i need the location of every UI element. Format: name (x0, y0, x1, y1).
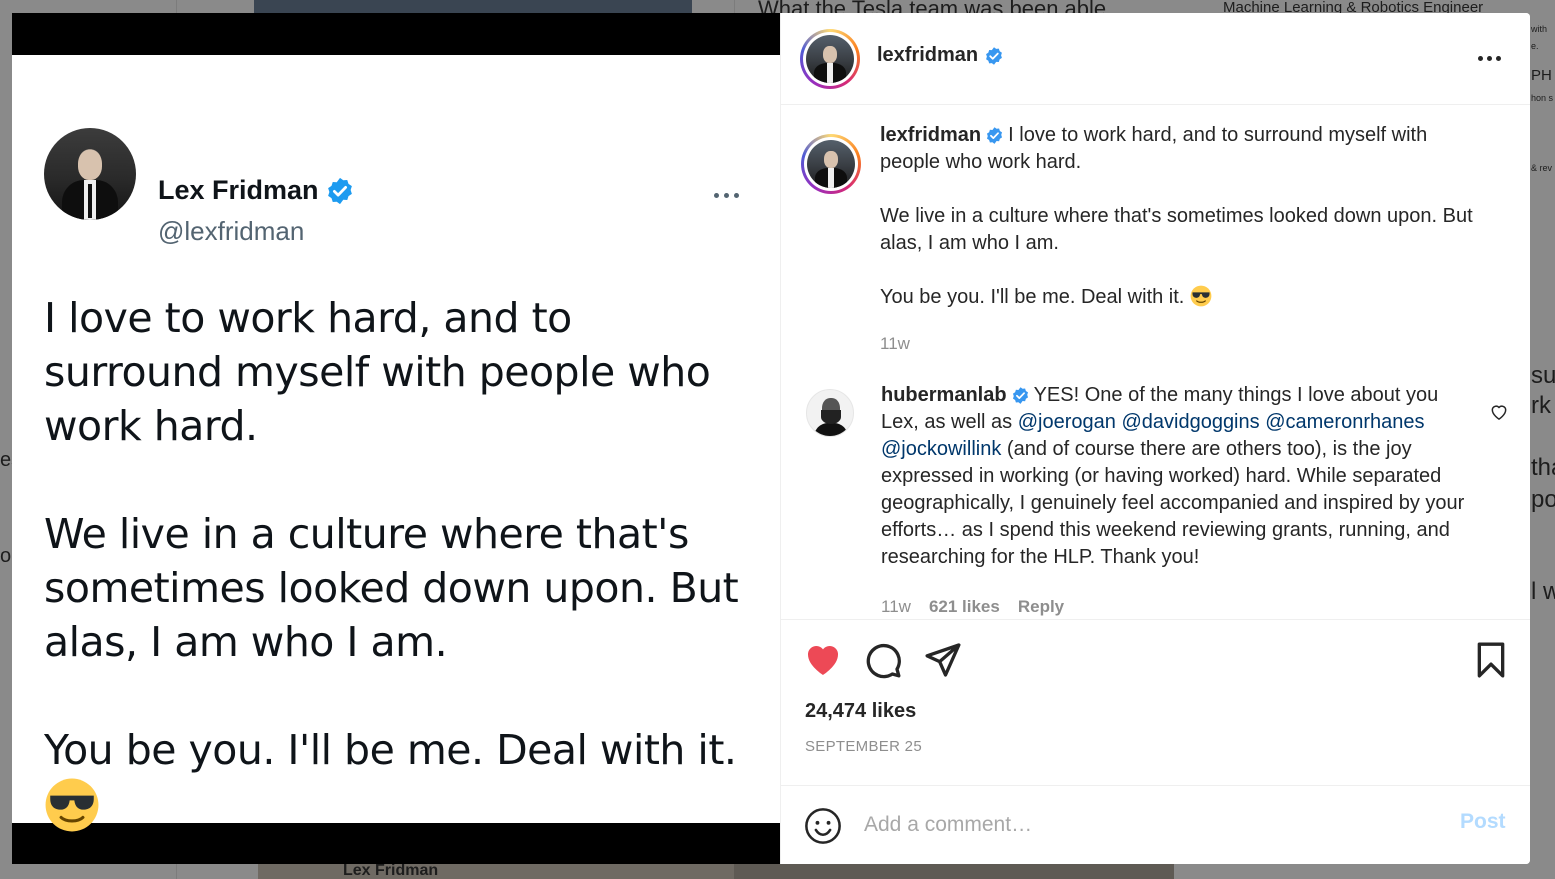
post-header: lexfridman (781, 13, 1530, 105)
mention-link[interactable]: @joerogan (1018, 411, 1116, 433)
verified-badge-icon (987, 127, 1003, 144)
background-thumbnail (254, 0, 692, 13)
post-panel: lexfridman lexfridman I love to work har… (780, 13, 1530, 864)
caption-text: lexfridman I love to work hard, and to s… (880, 122, 1480, 311)
background-fragment: with (1531, 24, 1548, 34)
background-fragment: su (1531, 362, 1555, 389)
caption-avatar[interactable] (801, 134, 861, 194)
tweet-paragraph: You be you. I'll be me. Deal with it. (44, 723, 750, 833)
mention-link[interactable]: @jockowillink (881, 438, 1001, 460)
background-fragment: PH (1531, 67, 1552, 84)
comment-icon[interactable] (863, 640, 903, 680)
post-media[interactable]: Lex Fridman @lexfridman I love to work h… (12, 13, 780, 864)
comment-text: hubermanlab YES! One of the many things … (881, 382, 1479, 571)
comment-likes-count[interactable]: 621 likes (929, 597, 1000, 617)
background-fragment: po (1531, 486, 1555, 513)
verified-badge-icon (1012, 387, 1028, 404)
comment-meta: 11w 621 likes Reply (881, 597, 1064, 617)
sunglasses-emoji-icon (1190, 285, 1212, 307)
commenter-avatar[interactable] (806, 389, 854, 437)
sunglasses-emoji-icon (45, 778, 99, 832)
tweet-avatar (44, 128, 136, 220)
comments-list[interactable]: lexfridman I love to work hard, and to s… (781, 106, 1530, 619)
background-fragment: & rev (1531, 163, 1553, 173)
tweet-name-text: Lex Fridman (158, 175, 319, 205)
tweet-text: I love to work hard, and to surround mys… (44, 291, 750, 833)
comment-input[interactable] (864, 808, 1424, 842)
comment-composer: Post (781, 785, 1530, 864)
comment-timestamp[interactable]: 11w (881, 597, 911, 617)
background-fragment: hon s (1531, 93, 1554, 103)
author-username[interactable]: lexfridman (877, 44, 1004, 67)
verified-badge-icon (986, 46, 1003, 65)
post-modal: Lex Fridman @lexfridman I love to work h… (12, 13, 1530, 864)
background-thumbnail (258, 864, 734, 879)
caption-line: You be you. I'll be me. Deal with it. (880, 284, 1480, 311)
commenter-username[interactable]: hubermanlab (881, 384, 1007, 406)
caption-line: We live in a culture where that's someti… (880, 205, 1473, 254)
tweet-paragraph: I love to work hard, and to surround mys… (44, 294, 711, 450)
tweet-author-name: Lex Fridman (158, 175, 355, 206)
background-name: Lex Fridman (343, 862, 439, 879)
post-comment-button[interactable]: Post (1460, 810, 1506, 834)
tweet-handle: @lexfridman (158, 216, 305, 246)
mention-link[interactable]: @cameronrhanes (1265, 411, 1424, 433)
caption-timestamp[interactable]: 11w (880, 334, 910, 354)
author-avatar[interactable] (800, 29, 860, 89)
tweet-more-icon (714, 187, 746, 203)
background-fragment: e. (1531, 41, 1539, 51)
more-options-icon[interactable] (1475, 51, 1503, 65)
background-fragment: rk (1531, 392, 1551, 419)
background-thumbnail (734, 864, 1174, 879)
reply-button[interactable]: Reply (1018, 597, 1064, 617)
verified-badge-icon (327, 177, 352, 204)
comment-like-icon[interactable] (1489, 402, 1509, 422)
post-date[interactable]: SEPTEMBER 25 (805, 738, 922, 755)
share-icon[interactable] (923, 640, 963, 680)
action-bar (781, 619, 1530, 685)
like-heart-icon[interactable] (803, 640, 843, 680)
background-fragment: tha (1531, 454, 1555, 481)
background-fragment: l w (1531, 578, 1555, 605)
tweet-image: Lex Fridman @lexfridman I love to work h… (12, 55, 780, 832)
tweet-paragraph: We live in a culture where that's someti… (44, 510, 739, 666)
author-username-text[interactable]: lexfridman (877, 44, 978, 67)
bookmark-icon[interactable] (1471, 640, 1511, 680)
caption-username[interactable]: lexfridman (880, 124, 981, 146)
mention-link[interactable]: @davidgoggins (1121, 411, 1259, 433)
emoji-picker-icon[interactable] (804, 807, 842, 845)
background-fragment: o (0, 545, 12, 567)
likes-count[interactable]: 24,474 likes (805, 700, 916, 723)
